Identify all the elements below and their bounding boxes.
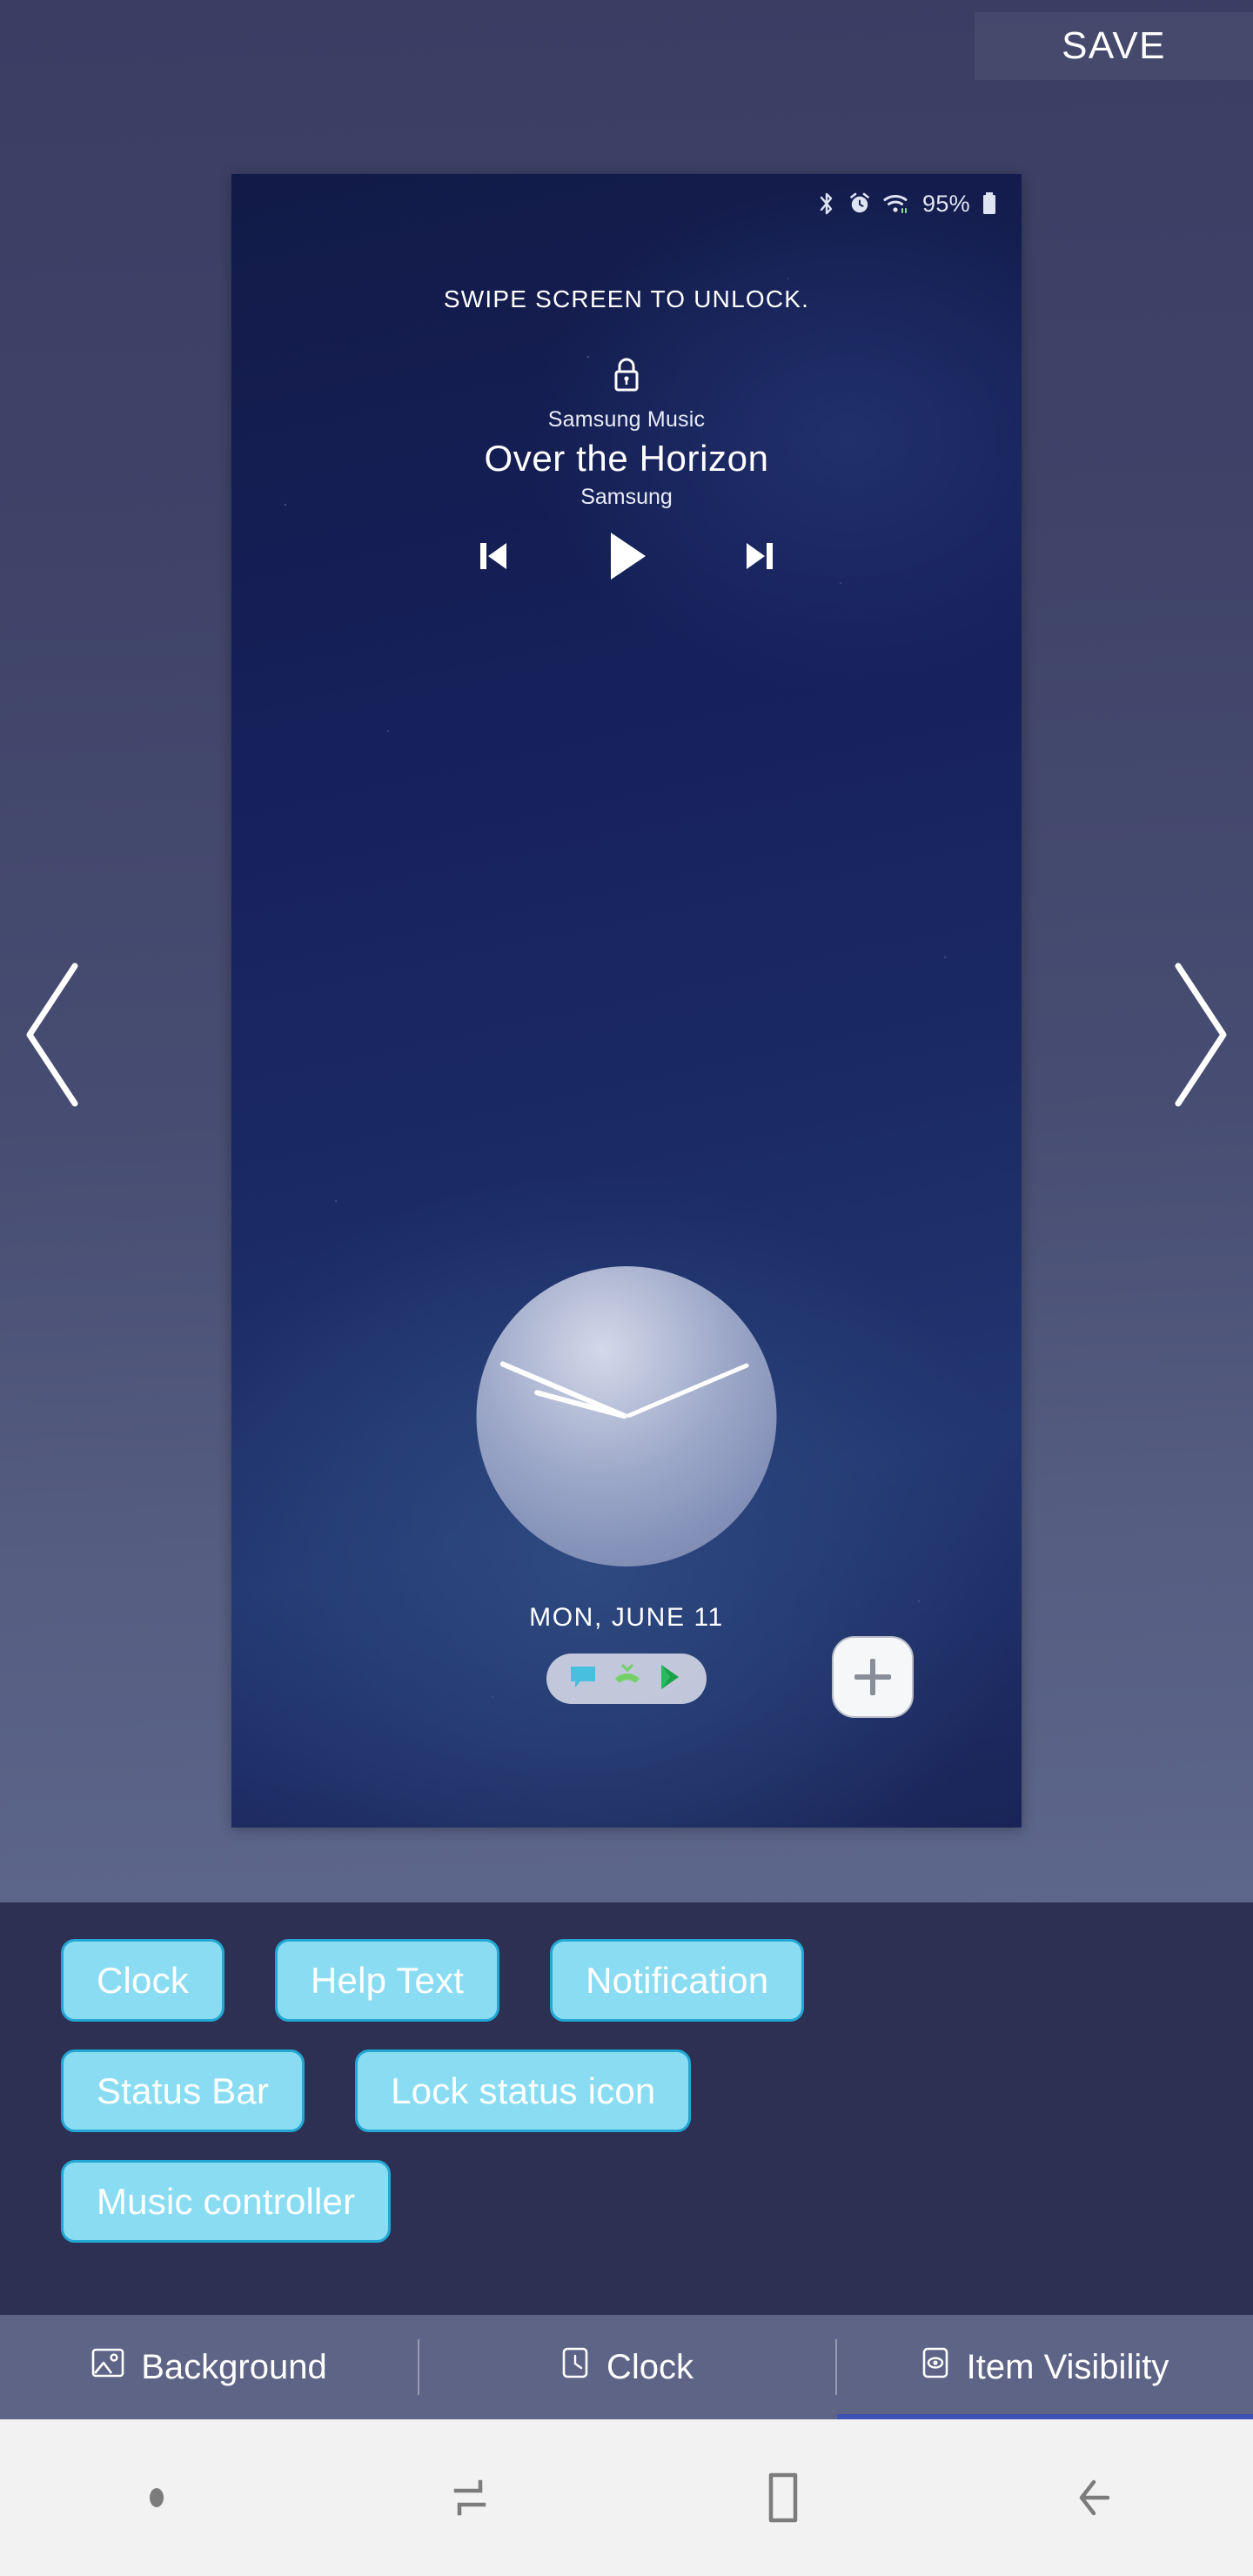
phone-screen[interactable]: 95% SWIPE SCREEN TO UNLOCK. Samsung Musi…: [231, 174, 1022, 1828]
chip-row: Music controller: [61, 2160, 1253, 2243]
tab-background[interactable]: Background: [0, 2315, 418, 2419]
back-button[interactable]: [940, 2472, 1253, 2524]
message-icon: [569, 1664, 597, 1694]
chip-status-bar[interactable]: Status Bar: [61, 2049, 305, 2132]
tab-clock[interactable]: Clock: [418, 2315, 835, 2419]
home-button[interactable]: [626, 2470, 940, 2526]
battery-percentage: 95%: [922, 190, 970, 217]
clock-minute-hand: [499, 1360, 628, 1419]
next-track-button[interactable]: [741, 536, 778, 580]
chip-lock-status-icon[interactable]: Lock status icon: [355, 2049, 692, 2132]
chip-help-text[interactable]: Help Text: [275, 1939, 500, 2022]
play-store-icon: [658, 1663, 684, 1695]
wifi-icon: [883, 192, 911, 215]
help-text[interactable]: SWIPE SCREEN TO UNLOCK.: [231, 285, 1022, 313]
item-visibility-chips-panel: Clock Help Text Notification Status Bar …: [0, 1902, 1253, 2315]
chevron-left-icon[interactable]: [14, 961, 90, 1113]
tab-item-visibility[interactable]: Item Visibility: [835, 2315, 1253, 2419]
chip-music-controller[interactable]: Music controller: [61, 2160, 392, 2243]
battery-icon: [982, 191, 997, 216]
screen-root: SAVE 95% SWIPE SCREEN TO UNLOCK. Samsung…: [0, 0, 1253, 2576]
clock-widget[interactable]: [476, 1266, 777, 1566]
music-controls: [231, 529, 1022, 587]
chevron-right-icon[interactable]: [1163, 961, 1239, 1113]
music-artist: Samsung: [580, 485, 673, 509]
visibility-icon: [920, 2345, 951, 2389]
lockscreen-preview[interactable]: 95% SWIPE SCREEN TO UNLOCK. Samsung Musi…: [231, 174, 1022, 2040]
date-label[interactable]: MON, JUNE 11: [231, 1603, 1022, 1633]
play-button[interactable]: [604, 529, 649, 587]
tab-clock-label: Clock: [606, 2347, 694, 2386]
clock-icon: [559, 2345, 591, 2389]
android-nav-bar: [0, 2419, 1253, 2576]
save-button[interactable]: SAVE: [975, 12, 1253, 80]
missed-call-icon: [613, 1663, 642, 1694]
music-app-name: Samsung Music: [547, 407, 706, 432]
tab-background-label: Background: [141, 2347, 327, 2386]
music-controller[interactable]: Samsung Music Over the Horizon Samsung: [231, 407, 1022, 587]
notification-pill[interactable]: [546, 1654, 707, 1704]
previous-track-button[interactable]: [475, 536, 512, 580]
lock-status-icon[interactable]: [231, 355, 1022, 395]
recents-button[interactable]: [313, 2472, 626, 2524]
add-widget-button[interactable]: [832, 1636, 914, 1718]
nav-indicator-dot[interactable]: [0, 2488, 313, 2507]
chip-row: Status Bar Lock status icon: [61, 2049, 1253, 2132]
bluetooth-icon: [817, 191, 836, 217]
image-icon: [90, 2345, 125, 2389]
chip-notification[interactable]: Notification: [550, 1939, 805, 2022]
save-button-label: SAVE: [1062, 24, 1166, 67]
music-track-title: Over the Horizon: [484, 438, 769, 479]
chip-row: Clock Help Text Notification: [61, 1939, 1253, 2022]
status-bar: 95%: [817, 186, 997, 221]
bottom-tab-bar: Background Clock Item Visibility: [0, 2315, 1253, 2419]
alarm-icon: [848, 191, 872, 216]
clock-second-hand: [626, 1362, 749, 1419]
tab-item-visibility-label: Item Visibility: [966, 2347, 1169, 2386]
chip-clock[interactable]: Clock: [61, 1939, 225, 2022]
